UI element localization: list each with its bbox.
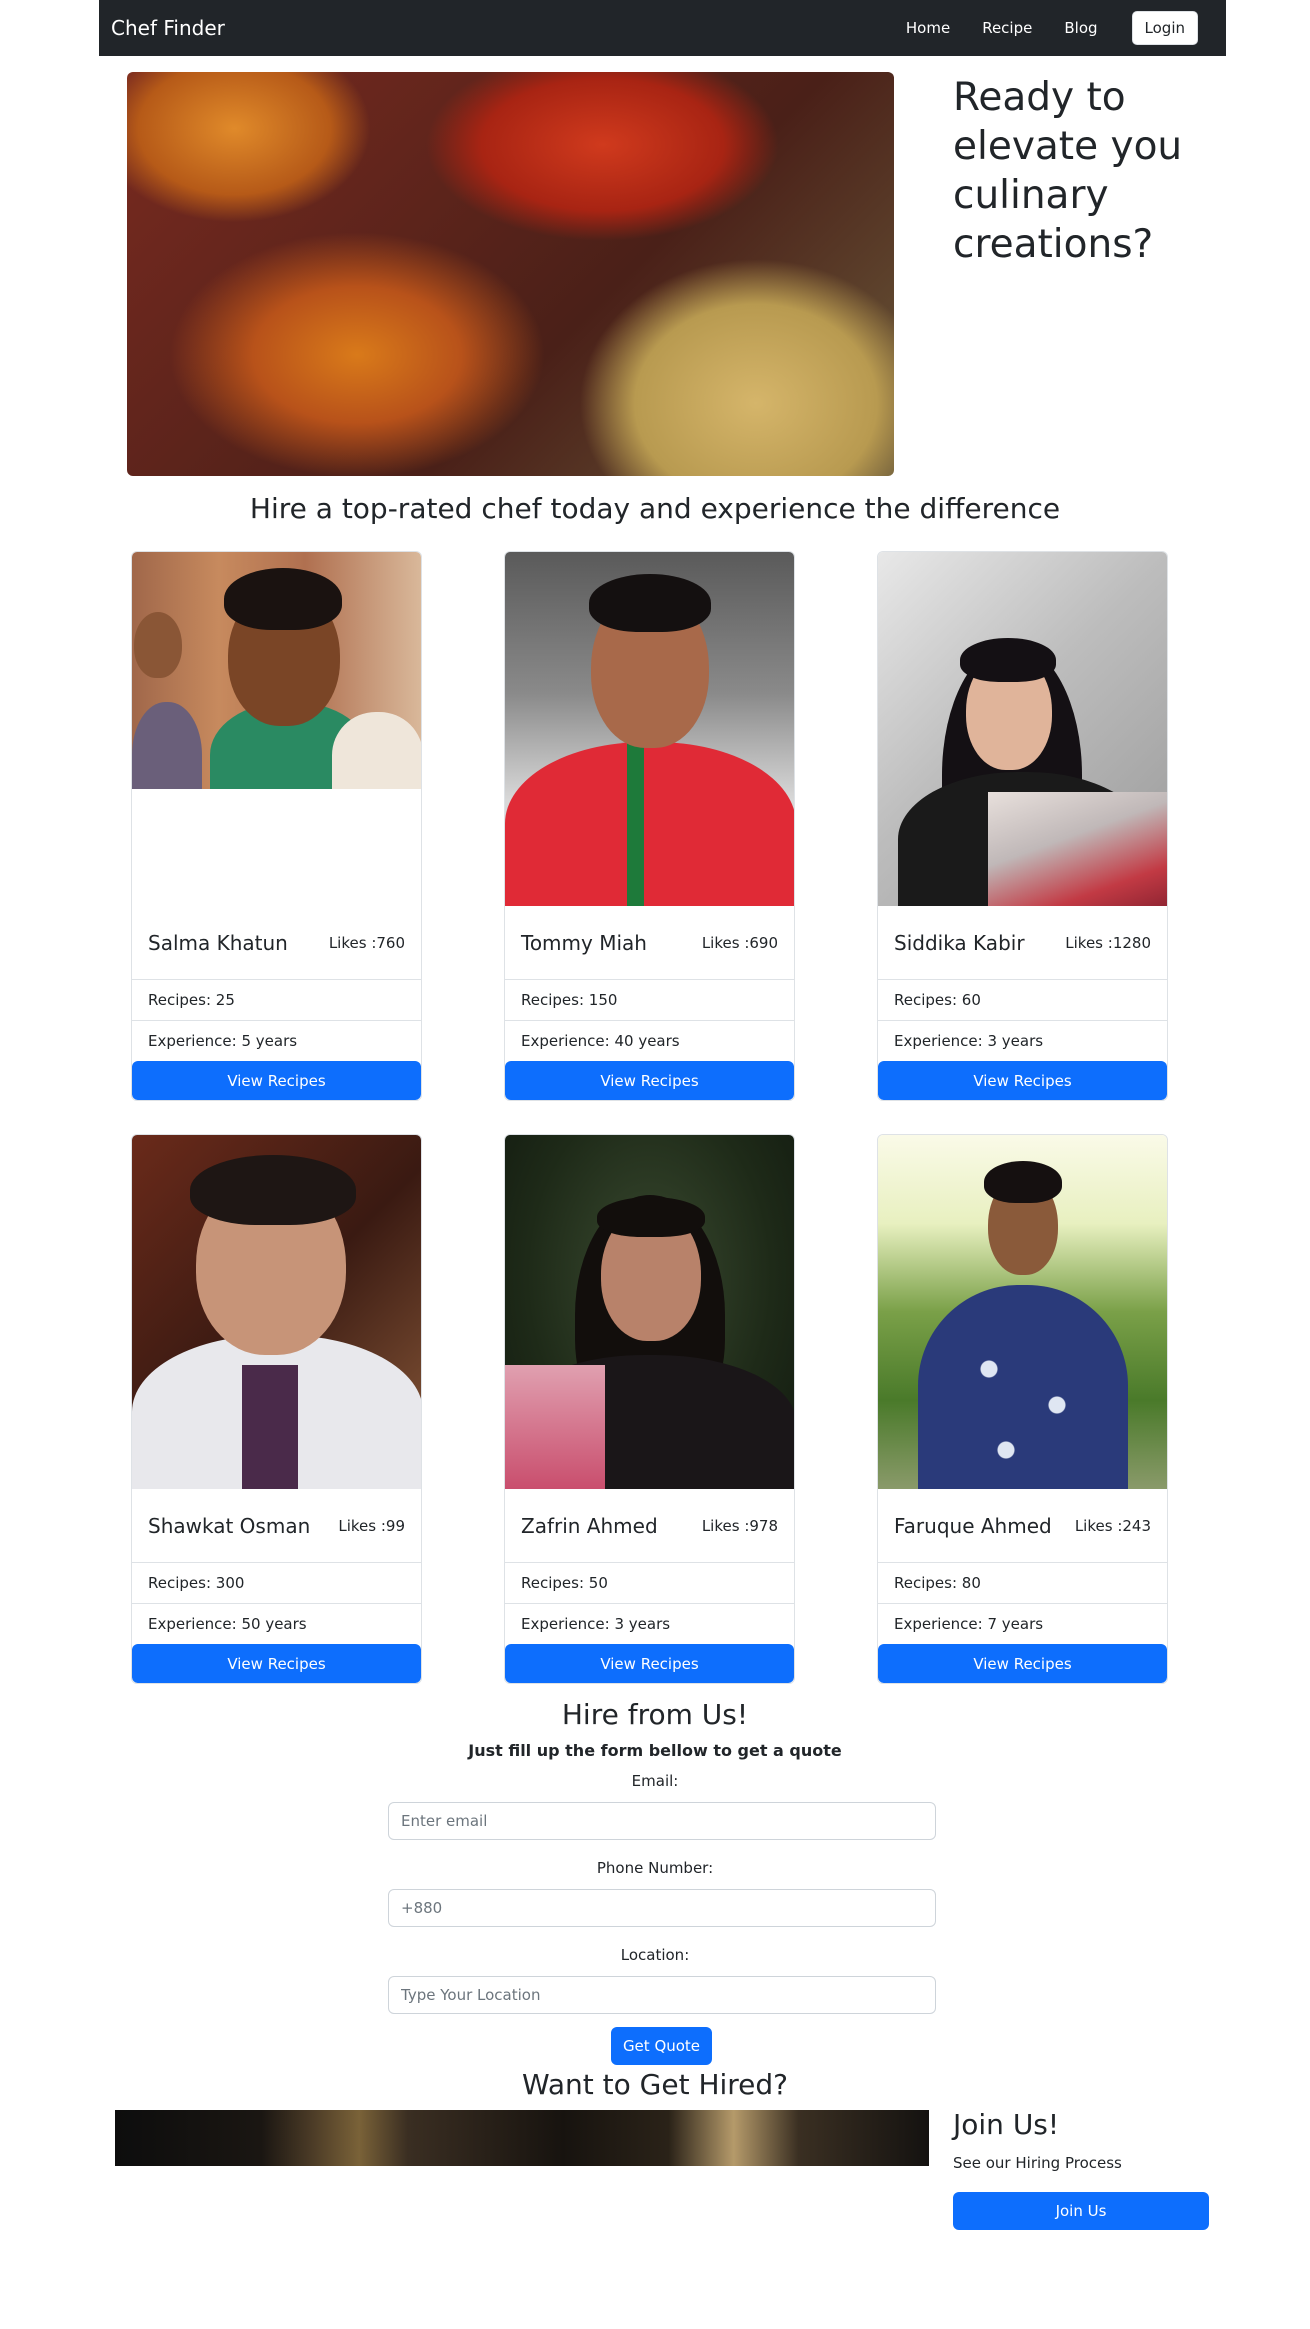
hire-form-title: Hire from Us! bbox=[561, 1698, 749, 1731]
view-recipes-button[interactable]: View Recipes bbox=[505, 1644, 794, 1683]
experience: Experience: 3 years bbox=[505, 1603, 794, 1644]
hero-food-image bbox=[127, 72, 894, 476]
card-header: Siddika Kabir Likes :1280 bbox=[878, 906, 1167, 979]
chef-photo bbox=[878, 552, 1167, 906]
navbar: Chef Finder Home Recipe Blog Login bbox=[99, 0, 1226, 56]
likes-count: Likes :760 bbox=[328, 933, 405, 952]
get-quote-button[interactable]: Get Quote bbox=[611, 2027, 712, 2065]
phone-label: Phone Number: bbox=[596, 1859, 714, 1877]
chef-card: Faruque Ahmed Likes :243 Recipes: 80 Exp… bbox=[877, 1134, 1168, 1684]
recipes-count: Recipes: 25 bbox=[132, 979, 421, 1020]
card-header: Faruque Ahmed Likes :243 bbox=[878, 1489, 1167, 1562]
view-recipes-button[interactable]: View Recipes bbox=[132, 1644, 421, 1683]
chef-card: Salma Khatun Likes :760 Recipes: 25 Expe… bbox=[131, 551, 422, 1101]
chef-photo bbox=[878, 1135, 1167, 1489]
view-recipes-button[interactable]: View Recipes bbox=[878, 1644, 1167, 1683]
chef-photo bbox=[505, 1135, 794, 1489]
view-recipes-button[interactable]: View Recipes bbox=[878, 1061, 1167, 1100]
login-button[interactable]: Login bbox=[1131, 11, 1198, 45]
join-us-button[interactable]: Join Us bbox=[953, 2192, 1209, 2230]
brand-logo[interactable]: Chef Finder bbox=[111, 16, 225, 40]
experience: Experience: 40 years bbox=[505, 1020, 794, 1061]
view-recipes-button[interactable]: View Recipes bbox=[505, 1061, 794, 1100]
hero-title: Ready to elevate you culinary creations? bbox=[953, 75, 1183, 267]
chef-name: Faruque Ahmed bbox=[894, 1513, 1052, 1538]
join-title: Join Us! bbox=[953, 2108, 1060, 2141]
hire-form-subtitle: Just fill up the form bellow to get a qu… bbox=[468, 1741, 842, 1760]
card-header: Tommy Miah Likes :690 bbox=[505, 906, 794, 979]
location-label: Location: bbox=[620, 1946, 690, 1964]
nav-links: Home Recipe Blog Login bbox=[874, 11, 1214, 45]
chef-photo bbox=[132, 552, 421, 906]
experience: Experience: 5 years bbox=[132, 1020, 421, 1061]
location-field[interactable] bbox=[388, 1976, 936, 2014]
chef-name: Siddika Kabir bbox=[894, 930, 1025, 955]
card-header: Zafrin Ahmed Likes :978 bbox=[505, 1489, 794, 1562]
likes-count: Likes :243 bbox=[1074, 1516, 1151, 1535]
experience: Experience: 50 years bbox=[132, 1603, 421, 1644]
nav-link-blog[interactable]: Blog bbox=[1064, 19, 1097, 37]
email-label: Email: bbox=[631, 1772, 679, 1790]
card-header: Shawkat Osman Likes :99 bbox=[132, 1489, 421, 1562]
chef-name: Salma Khatun bbox=[148, 930, 288, 955]
phone-field[interactable] bbox=[388, 1889, 936, 1927]
join-subtitle: See our Hiring Process bbox=[953, 2154, 1122, 2172]
recipes-count: Recipes: 80 bbox=[878, 1562, 1167, 1603]
chef-card: Zafrin Ahmed Likes :978 Recipes: 50 Expe… bbox=[504, 1134, 795, 1684]
chef-photo bbox=[505, 552, 794, 906]
chef-name: Zafrin Ahmed bbox=[521, 1513, 658, 1538]
recipes-count: Recipes: 300 bbox=[132, 1562, 421, 1603]
chef-name: Tommy Miah bbox=[521, 930, 647, 955]
nav-link-home[interactable]: Home bbox=[906, 19, 950, 37]
recipes-count: Recipes: 50 bbox=[505, 1562, 794, 1603]
recipes-count: Recipes: 150 bbox=[505, 979, 794, 1020]
get-hired-title: Want to Get Hired? bbox=[521, 2068, 789, 2101]
email-field[interactable] bbox=[388, 1802, 936, 1840]
chef-card: Shawkat Osman Likes :99 Recipes: 300 Exp… bbox=[131, 1134, 422, 1684]
chef-card: Siddika Kabir Likes :1280 Recipes: 60 Ex… bbox=[877, 551, 1168, 1101]
likes-count: Likes :690 bbox=[701, 933, 778, 952]
nav-link-recipe[interactable]: Recipe bbox=[982, 19, 1032, 37]
likes-count: Likes :978 bbox=[701, 1516, 778, 1535]
likes-count: Likes :1280 bbox=[1065, 933, 1151, 952]
card-header: Salma Khatun Likes :760 bbox=[132, 906, 421, 979]
chef-card: Tommy Miah Likes :690 Recipes: 150 Exper… bbox=[504, 551, 795, 1101]
experience: Experience: 7 years bbox=[878, 1603, 1167, 1644]
recipes-count: Recipes: 60 bbox=[878, 979, 1167, 1020]
hiring-image bbox=[115, 2110, 929, 2166]
view-recipes-button[interactable]: View Recipes bbox=[132, 1061, 421, 1100]
tagline: Hire a top-rated chef today and experien… bbox=[249, 492, 1061, 525]
chef-photo bbox=[132, 1135, 421, 1489]
experience: Experience: 3 years bbox=[878, 1020, 1167, 1061]
chef-name: Shawkat Osman bbox=[148, 1513, 311, 1538]
likes-count: Likes :99 bbox=[338, 1516, 405, 1535]
